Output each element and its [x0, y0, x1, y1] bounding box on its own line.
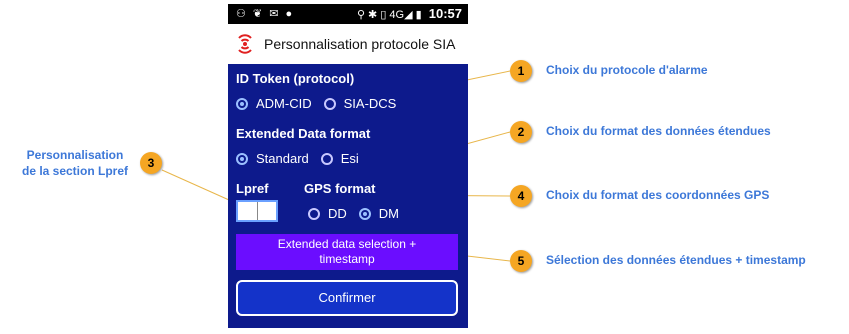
radio-unselected-icon — [308, 207, 320, 220]
callout-label-2: Choix du format des données étendues — [546, 124, 771, 138]
settings-form: ID Token (protocol) ADM-CID SIA-DCS Exte… — [228, 64, 468, 328]
signal-icon — [238, 34, 252, 54]
status-icons: ⚲ ✱ ▯ 4G◢ ▮ — [356, 9, 422, 21]
radio-label: SIA-DCS — [343, 96, 397, 111]
gps-format-title: GPS format — [304, 181, 376, 196]
radio-esi[interactable]: Esi — [320, 151, 359, 166]
radio-standard[interactable]: Standard — [236, 151, 309, 166]
confirm-button[interactable]: Confirmer — [236, 280, 458, 316]
radio-label: Standard — [256, 151, 309, 166]
callout-label-1: Choix du protocole d'alarme — [546, 63, 708, 77]
callout-badge-4: 4 — [510, 185, 532, 207]
lpref-title: Lpref — [236, 181, 269, 196]
radio-unselected-icon — [323, 97, 336, 110]
button-label-line1: Extended data selection + — [277, 237, 417, 251]
radio-selected-icon — [236, 152, 248, 165]
callout-badge-3: 3 — [140, 152, 162, 174]
callout-label-3-line2: de la section Lpref — [21, 164, 129, 178]
radio-sia-dcs[interactable]: SIA-DCS — [323, 96, 397, 111]
lpref-digit-2[interactable] — [258, 202, 277, 220]
radio-unselected-icon — [320, 152, 333, 165]
id-token-title: ID Token (protocol) — [236, 71, 355, 86]
callout-label-4: Choix du format des coordonnées GPS — [546, 188, 770, 202]
lpref-digit-1[interactable] — [238, 202, 258, 220]
radio-selected-icon — [358, 207, 371, 220]
radio-dm[interactable]: DM — [358, 206, 399, 221]
button-label-line2: timestamp — [319, 252, 375, 266]
radio-label: DM — [378, 206, 399, 221]
callout-label-5: Sélection des données étendues + timesta… — [546, 253, 806, 267]
id-token-radio-group: ADM-CID SIA-DCS — [236, 96, 408, 111]
clock: 10:57 — [428, 6, 462, 21]
radio-adm-cid[interactable]: ADM-CID — [236, 96, 312, 111]
notification-icons: ⚇ ❦ ✉ ● — [236, 8, 295, 20]
ext-format-radio-group: Standard Esi — [236, 151, 371, 166]
page-title: Personnalisation protocole SIA — [264, 36, 456, 52]
status-bar: ⚇ ❦ ✉ ● ⚲ ✱ ▯ 4G◢ ▮ 10:57 — [228, 4, 468, 24]
gps-format-radio-group: DD DM — [308, 206, 411, 221]
radio-dd[interactable]: DD — [308, 206, 347, 221]
callout-badge-5: 5 — [510, 250, 532, 272]
callout-badge-2: 2 — [510, 121, 532, 143]
callout-label-3-line1: Personnalisation — [26, 148, 124, 162]
system-status-icons: ⚲ ✱ ▯ 4G◢ ▮ 10:57 — [357, 6, 462, 21]
phone-screen: ⚇ ❦ ✉ ● ⚲ ✱ ▯ 4G◢ ▮ 10:57 Personnalisati… — [228, 4, 468, 328]
ext-format-title: Extended Data format — [236, 126, 371, 141]
app-bar: Personnalisation protocole SIA — [228, 24, 468, 64]
callout-label-3: Personnalisation de la section Lpref — [10, 147, 140, 179]
radio-label: ADM-CID — [256, 96, 312, 111]
callout-badge-1: 1 — [510, 60, 532, 82]
radio-label: DD — [328, 206, 347, 221]
radio-selected-icon — [236, 97, 248, 110]
extended-data-selection-button[interactable]: Extended data selection + timestamp — [236, 234, 458, 270]
lpref-input[interactable] — [236, 200, 278, 222]
radio-label: Esi — [340, 151, 359, 166]
